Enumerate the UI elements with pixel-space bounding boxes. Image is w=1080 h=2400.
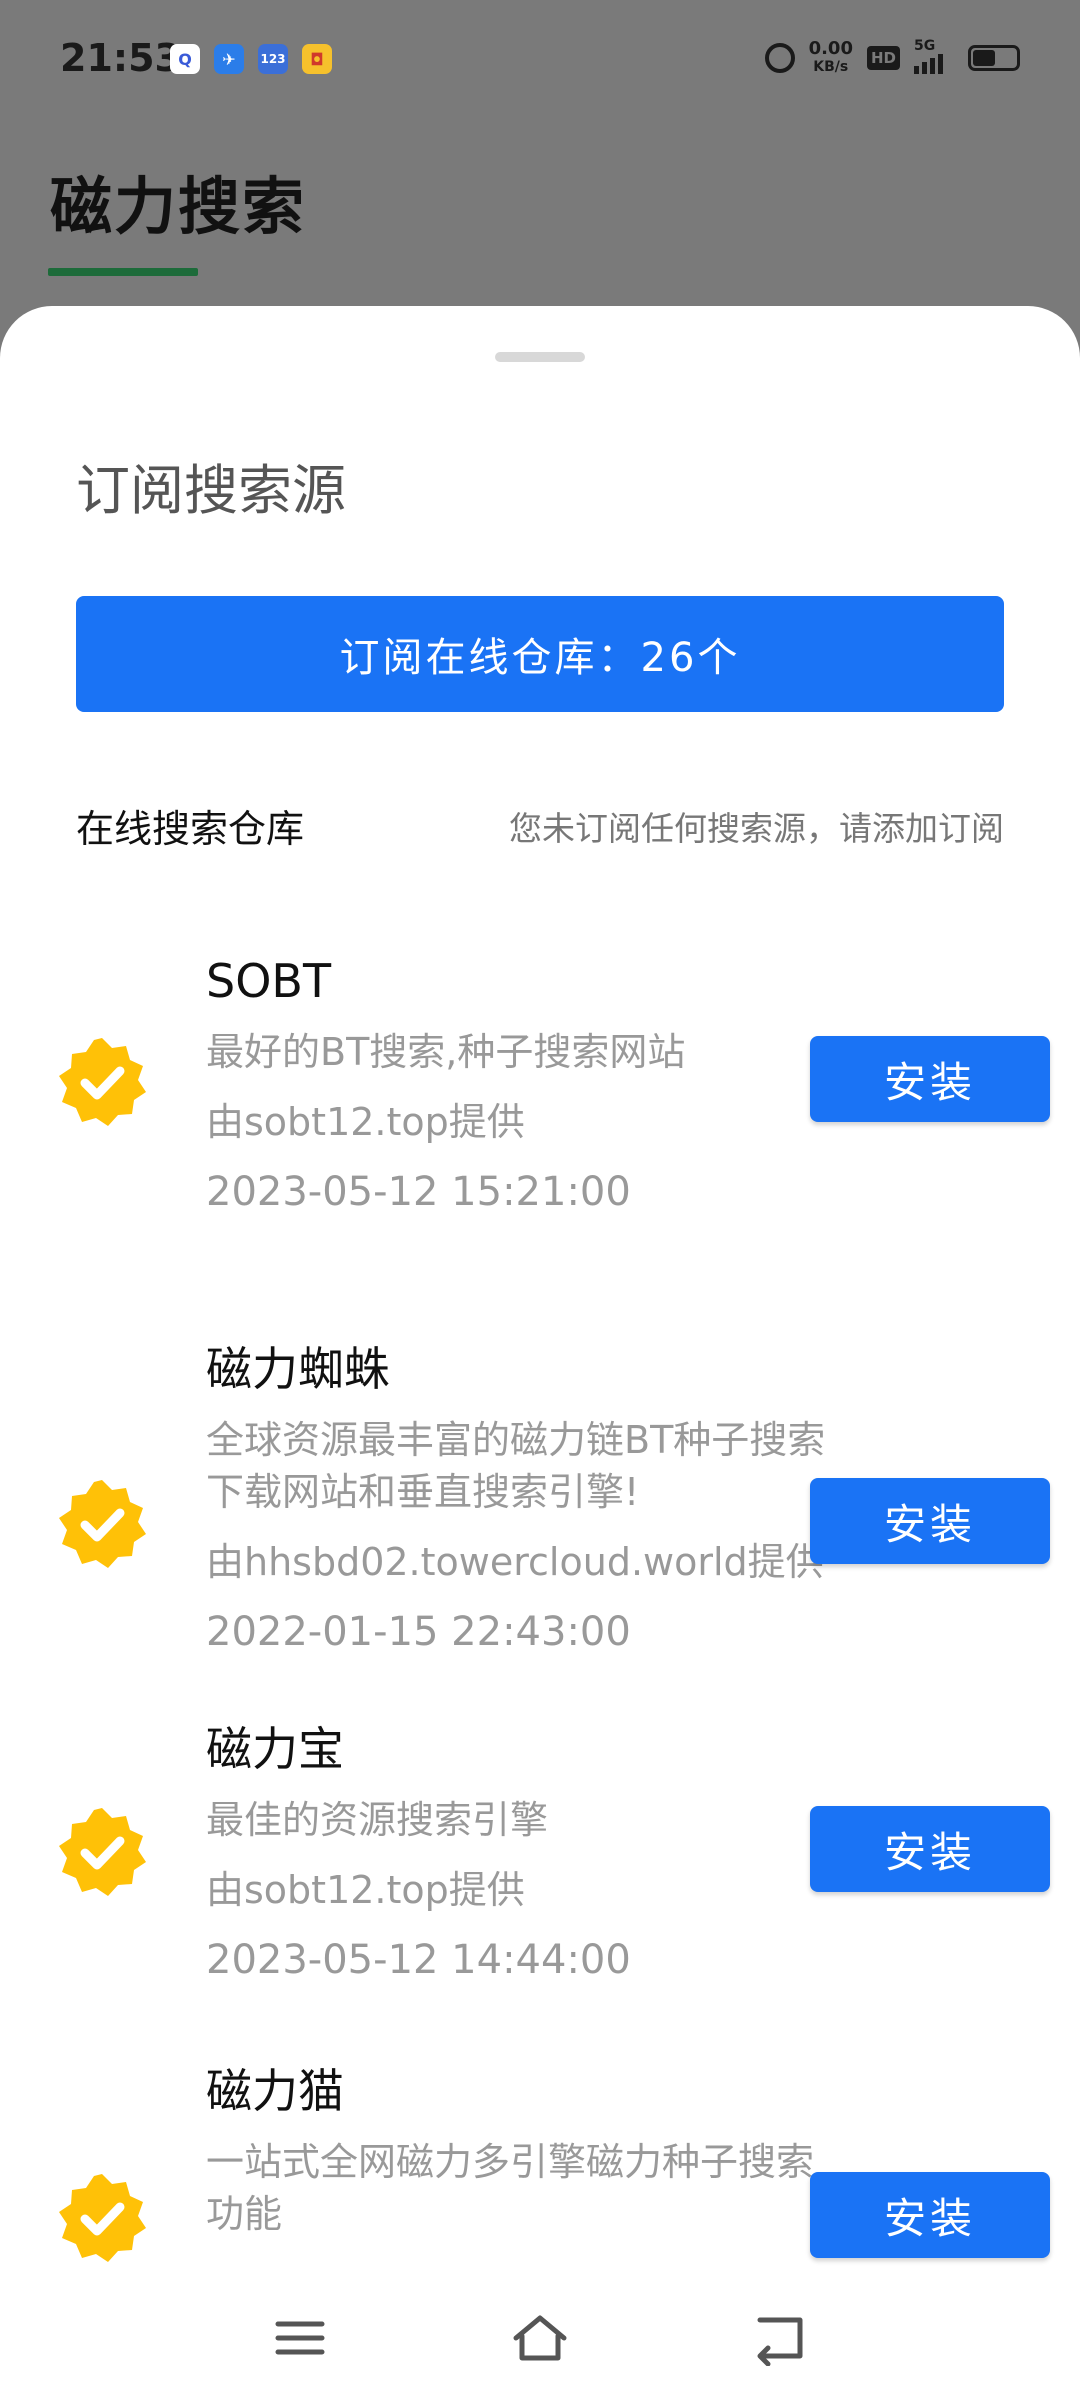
net-speed-unit: KB/s (813, 59, 849, 75)
home-icon[interactable] (510, 2310, 570, 2366)
verified-check-icon (56, 1806, 148, 1898)
battery-icon (968, 45, 1020, 71)
yellow-app-icon: ◘ (302, 44, 332, 74)
back-icon[interactable] (750, 2310, 810, 2366)
source-provider: 由sobt12.top提供 (206, 1100, 525, 1144)
source-description: 最好的BT搜索,种子搜索网站 (206, 1030, 686, 1074)
install-button[interactable]: 安装 (810, 1036, 1050, 1122)
background-page-title: 磁力搜索 (50, 170, 307, 243)
install-button[interactable]: 安装 (810, 1478, 1050, 1564)
net-speed: 0.00 KB/s (809, 40, 853, 76)
subscribe-repo-button[interactable]: 订阅在线仓库：26个 (76, 596, 1004, 712)
bird-app-icon: ✈ (214, 44, 244, 74)
notification-icons: Q ✈ 123 ◘ (170, 44, 332, 74)
background-app: 21:53 Q ✈ 123 ◘ 0.00 KB/s HD 5G 磁力搜索 (0, 0, 1080, 340)
section-hint: 您未订阅任何搜索源，请添加订阅 (509, 809, 1004, 848)
verified-check-icon (56, 1478, 148, 1570)
verified-check-icon (56, 1036, 148, 1128)
signal-icon: 5G (914, 38, 954, 74)
status-time: 21:53 (60, 36, 181, 80)
screen: 21:53 Q ✈ 123 ◘ 0.00 KB/s HD 5G 磁力搜索 订阅搜… (0, 0, 1080, 2400)
alarm-icon (764, 43, 795, 73)
hd-icon: HD (866, 46, 900, 70)
sheet-title: 订阅搜索源 (76, 459, 346, 522)
source-date: 2023-05-12 15:21:00 (206, 1169, 631, 1215)
install-button[interactable]: 安装 (810, 2172, 1050, 2258)
source-text: SOBT 最好的BT搜索,种子搜索网站 由sobt12.top提供 2023-0… (206, 952, 826, 1218)
navigation-bar (0, 2276, 1080, 2400)
source-description: 最佳的资源搜索引擎 (206, 1798, 549, 1842)
source-name: 磁力蜘蛛 (206, 1342, 390, 1396)
source-name: SOBT (206, 954, 332, 1008)
source-name: 磁力宝 (206, 1722, 344, 1776)
menu-icon[interactable] (270, 2310, 330, 2366)
source-description: 一站式全网磁力多引擎磁力种子搜索功能 (206, 2140, 815, 2236)
source-text: 磁力宝 最佳的资源搜索引擎 由sobt12.top提供 2023-05-12 1… (206, 1720, 826, 1986)
source-date: 2023-05-12 14:44:00 (206, 1937, 631, 1983)
verified-check-icon (56, 2172, 148, 2264)
install-button[interactable]: 安装 (810, 1806, 1050, 1892)
source-name: 磁力猫 (206, 2064, 344, 2118)
source-provider: 由hhsbd02.towercloud.world提供 (206, 1540, 824, 1584)
tab-indicator (48, 268, 198, 276)
123-app-icon: 123 (258, 44, 288, 74)
source-date: 2022-01-15 22:43:00 (206, 1609, 631, 1655)
section-label: 在线搜索仓库 (76, 807, 305, 851)
q-app-icon: Q (170, 44, 200, 74)
status-bar: 21:53 Q ✈ 123 ◘ 0.00 KB/s HD 5G (0, 0, 1080, 120)
source-provider: 由sobt12.top提供 (206, 1868, 525, 1912)
source-text: 磁力猫 一站式全网磁力多引擎磁力种子搜索功能 (206, 2062, 826, 2258)
drag-handle[interactable] (495, 352, 585, 362)
status-indicators: 0.00 KB/s HD 5G (764, 38, 1020, 76)
source-description: 全球资源最丰富的磁力链BT种子搜索下载网站和垂直搜索引擎! (206, 1418, 826, 1514)
source-text: 磁力蜘蛛 全球资源最丰富的磁力链BT种子搜索下载网站和垂直搜索引擎! 由hhsb… (206, 1340, 826, 1658)
net-speed-value: 0.00 (808, 38, 853, 59)
subscribe-sheet: 订阅搜索源 订阅在线仓库：26个 在线搜索仓库 您未订阅任何搜索源，请添加订阅 … (0, 306, 1080, 2276)
network-type: 5G (914, 38, 936, 54)
